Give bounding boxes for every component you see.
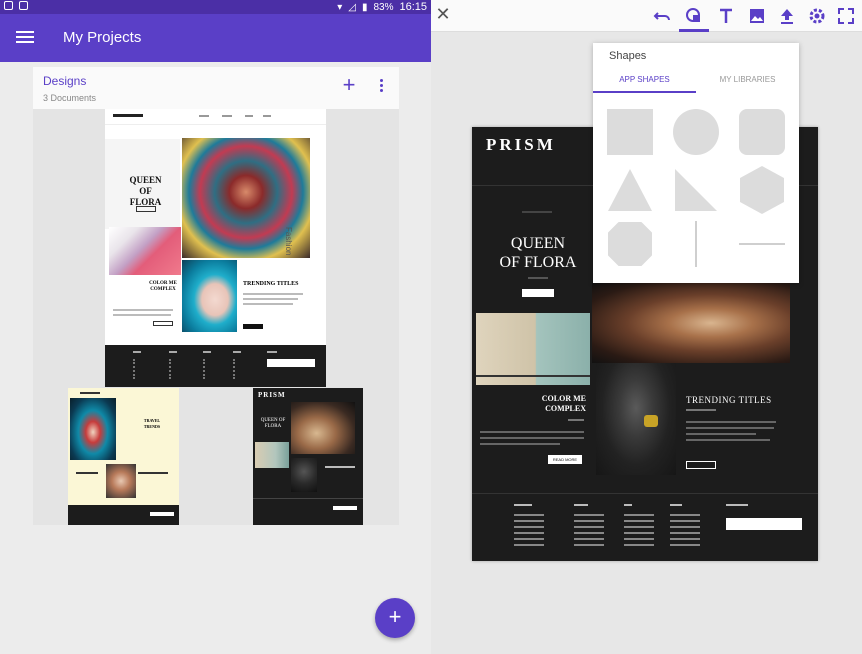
shapes-tab-indicator <box>679 29 709 32</box>
document-thumbnail-1[interactable]: QUEEN OF FLORA Fashion COLOR ME COMPLEX … <box>105 109 326 387</box>
notification-icon <box>4 1 13 10</box>
more-options-icon[interactable] <box>373 77 389 97</box>
canvas-footer <box>472 493 818 561</box>
close-icon[interactable]: ✕ <box>433 4 453 24</box>
status-bar: ▾ ◿ ▮ 83% 16:15 <box>0 0 431 14</box>
triangle-shape[interactable] <box>607 167 653 213</box>
canvas-portrait-image[interactable] <box>596 363 676 475</box>
canvas-feature2-title[interactable]: TRENDING TITLES <box>686 395 772 405</box>
rounded-square-shape[interactable] <box>739 109 785 155</box>
square-shape[interactable] <box>607 109 653 155</box>
canvas-headline-button[interactable] <box>522 289 554 297</box>
thumb1-feature3: TRENDING TITLES <box>243 281 299 287</box>
document-thumbnail-2[interactable]: TRAVEL TRENDS <box>68 388 179 525</box>
hexagon-shape[interactable] <box>739 165 785 215</box>
editor-screen: ✕ PRISM QUEEN OF FLORA COLOR ME COMPLEX … <box>431 0 862 654</box>
app-bar: My Projects <box>0 14 431 62</box>
thumb3-headline: QUEEN OF FLORA <box>260 418 286 429</box>
canvas-headline-2[interactable]: OF FLORA <box>480 254 596 272</box>
shapes-popup: Shapes APP SHAPES MY LIBRARIES <box>593 43 799 283</box>
thumb3-portrait-image <box>291 458 317 492</box>
thumb3-brand: PRISM <box>258 391 286 399</box>
thumb1-headline: QUEEN OF FLORA <box>129 175 162 207</box>
canvas-feature1-line2[interactable]: COMPLEX <box>528 404 586 413</box>
canvas-hero-image[interactable] <box>592 283 790 363</box>
horizontal-line-shape[interactable] <box>739 243 785 245</box>
no-signal-icon: ◿ <box>348 1 356 13</box>
canvas-read-more-button[interactable]: READ MORE <box>548 455 582 464</box>
upload-icon[interactable] <box>777 6 797 26</box>
battery-percent: 83% <box>373 1 394 13</box>
fullscreen-icon[interactable] <box>836 6 856 26</box>
battery-icon: ▮ <box>361 1 368 13</box>
canvas-brand[interactable]: PRISM <box>486 135 556 155</box>
thumb3-architecture-image <box>255 442 289 468</box>
thumb3-hero-image <box>291 402 355 454</box>
gallery-notification-icon <box>19 1 28 10</box>
right-triangle-shape[interactable] <box>673 167 719 213</box>
thumb1-flower-image <box>109 227 181 275</box>
canvas-feature2-button[interactable] <box>686 461 716 469</box>
tab-app-shapes[interactable]: APP SHAPES <box>593 75 696 93</box>
canvas-headline-1[interactable]: QUEEN <box>480 235 596 253</box>
circle-shape[interactable] <box>673 109 719 155</box>
add-document-icon[interactable]: + <box>339 74 359 96</box>
undo-icon[interactable] <box>653 6 673 26</box>
designs-folder-card: Designs 3 Documents + QUEEN OF FLORA Fas… <box>33 67 399 525</box>
text-icon[interactable] <box>716 6 736 26</box>
canvas-feature1-line1[interactable]: COLOR ME <box>528 394 586 403</box>
thumb1-side-label: Fashion <box>284 227 293 256</box>
popup-title: Shapes <box>609 50 647 62</box>
image-icon[interactable] <box>747 6 767 26</box>
vertical-line-shape[interactable] <box>695 221 697 267</box>
clock: 16:15 <box>399 1 427 13</box>
rounded-hexagon-shape[interactable] <box>607 221 653 267</box>
folder-title[interactable]: Designs <box>43 74 86 88</box>
document-count: 3 Documents <box>43 93 97 103</box>
wifi-icon: ▾ <box>337 1 343 13</box>
thumb1-portrait-image <box>182 260 237 332</box>
page-title: My Projects <box>63 29 142 46</box>
settings-gear-icon[interactable] <box>807 6 827 26</box>
new-project-button[interactable]: + <box>375 598 415 638</box>
thumb2-portrait-image <box>106 464 136 498</box>
folder-header: Designs 3 Documents + <box>33 67 399 109</box>
document-thumbnail-3[interactable]: PRISM QUEEN OF FLORA <box>253 388 363 525</box>
thumb2-headline: TRAVEL TRENDS <box>143 418 161 429</box>
thumb2-hero-image <box>70 398 116 460</box>
thumb1-footer <box>105 345 326 387</box>
editor-toolbar: ✕ <box>431 0 862 32</box>
projects-screen: ▾ ◿ ▮ 83% 16:15 My Projects Designs 3 Do… <box>0 0 431 654</box>
shapes-icon[interactable] <box>684 6 704 26</box>
canvas-subscribe-field[interactable] <box>726 518 802 530</box>
hamburger-menu-icon[interactable] <box>16 28 34 48</box>
tab-my-libraries[interactable]: MY LIBRARIES <box>696 75 799 93</box>
thumb1-feature2: COLOR ME COMPLEX <box>149 281 177 292</box>
